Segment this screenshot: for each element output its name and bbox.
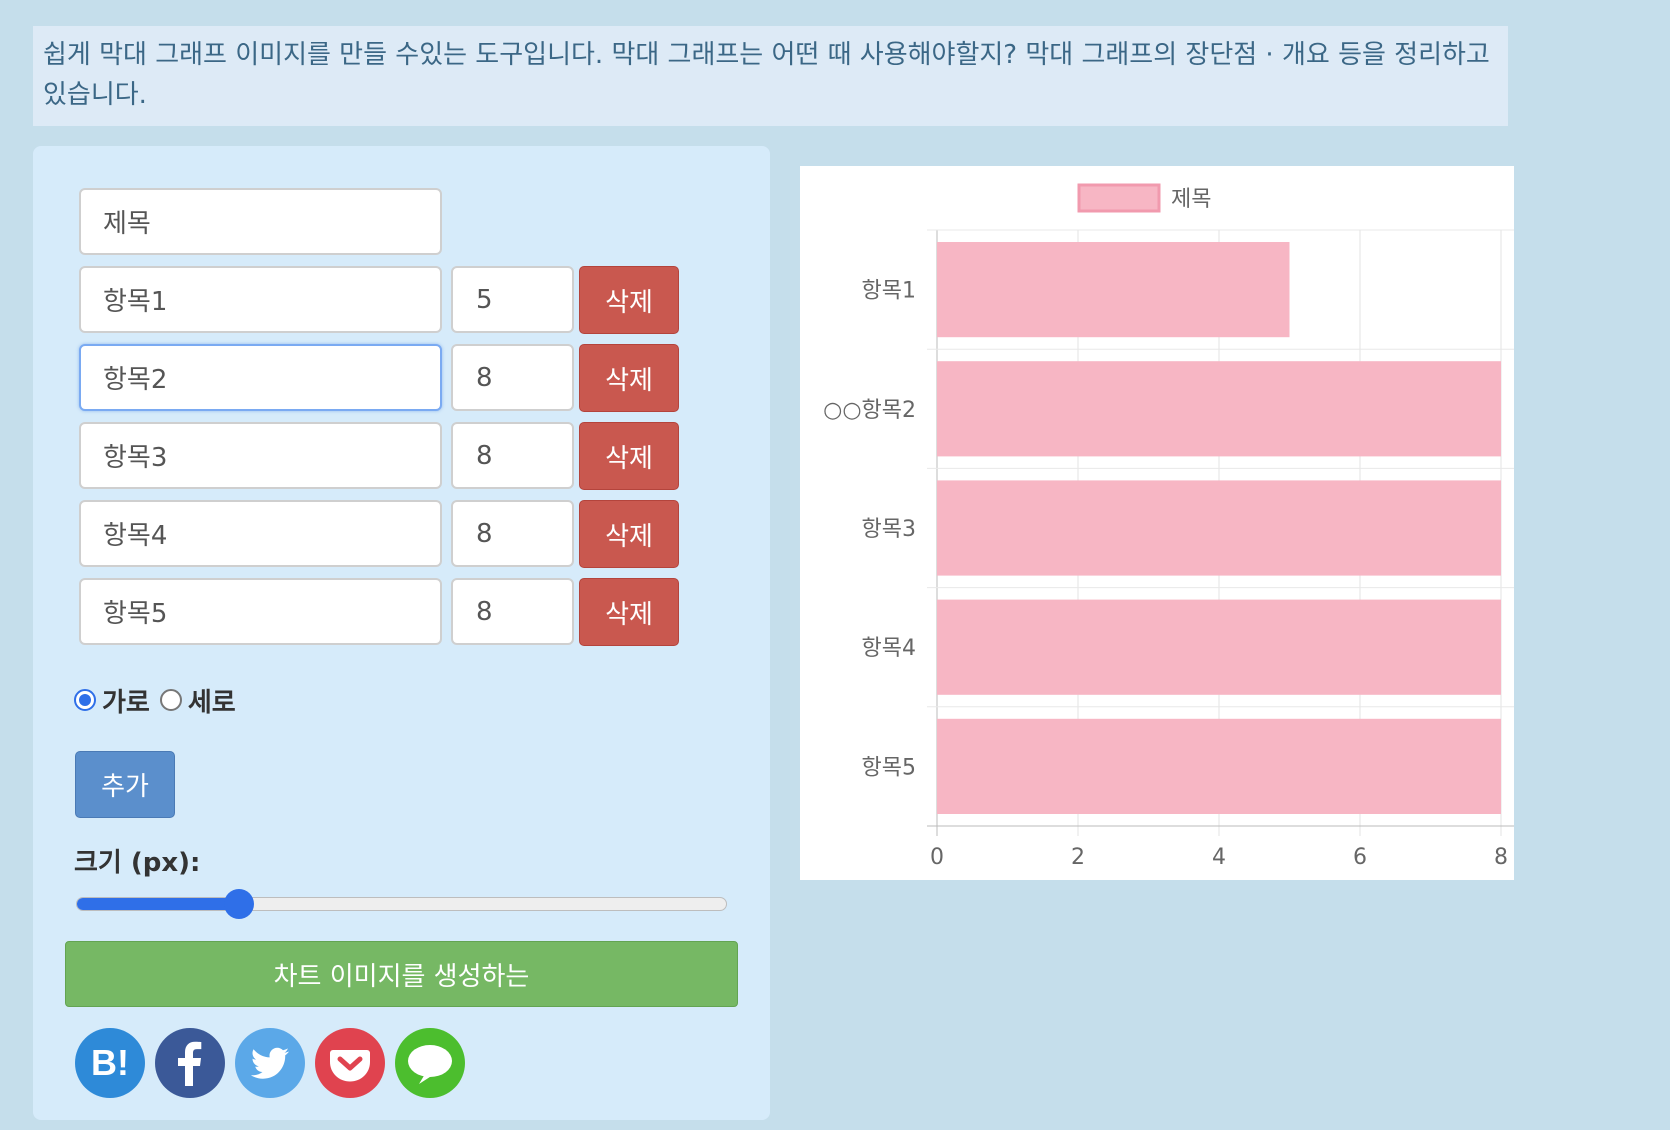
item-value-input[interactable]: [451, 578, 574, 645]
y-tick-label: 항목1: [862, 279, 916, 304]
item-label-input[interactable]: [79, 422, 442, 489]
facebook-icon[interactable]: [155, 1028, 225, 1098]
y-tick-label: 항목3: [862, 517, 916, 542]
size-label: 크기 (px):: [74, 848, 201, 878]
radio-horizontal[interactable]: [74, 689, 96, 711]
item-label-input[interactable]: [79, 500, 442, 567]
bar: [937, 242, 1290, 338]
x-tick-label: 2: [1071, 845, 1085, 870]
delete-item-button[interactable]: 삭제: [579, 500, 679, 568]
bar: [937, 361, 1501, 457]
radio-vertical[interactable]: [159, 689, 182, 711]
bar: [937, 480, 1501, 576]
generate-image-button[interactable]: 차트 이미지를 생성하는: [65, 941, 738, 1007]
y-tick-label: ○○항목2: [823, 398, 916, 423]
intro-description: 쉽게 막대 그래프 이미지를 만들 수있는 도구입니다. 막대 그래프는 어떤 …: [33, 26, 1508, 126]
x-tick-label: 4: [1212, 845, 1226, 870]
legend-label: 제목: [1171, 187, 1211, 212]
radio-horizontal-label[interactable]: 가로: [102, 682, 150, 719]
item-value-input[interactable]: [451, 266, 574, 333]
y-tick-label: 항목5: [862, 755, 916, 780]
delete-item-button[interactable]: 삭제: [579, 266, 679, 334]
legend-swatch: [1077, 183, 1161, 213]
chart-title-input[interactable]: [79, 188, 442, 255]
x-tick-label: 0: [930, 845, 944, 870]
bar: [937, 718, 1501, 814]
twitter-icon[interactable]: [235, 1028, 305, 1098]
add-item-button[interactable]: 추가: [75, 751, 175, 818]
hatena-bookmark-icon[interactable]: B!: [75, 1028, 145, 1098]
bar: [937, 599, 1501, 695]
pocket-icon[interactable]: [315, 1028, 385, 1098]
item-value-input[interactable]: [451, 344, 574, 411]
svg-text:B!: B!: [91, 1042, 129, 1083]
line-message-icon[interactable]: [395, 1028, 465, 1098]
item-value-input[interactable]: [451, 500, 574, 567]
item-value-input[interactable]: [451, 422, 574, 489]
radio-vertical-label[interactable]: 세로: [188, 682, 236, 719]
item-label-input[interactable]: [79, 578, 442, 645]
bar-chart-svg: 제목 0 2 4 6 8 항목1 ○○항목2 항목3 항목4 항목5: [823, 183, 1514, 870]
size-slider-fill: [77, 898, 240, 910]
bar-chart: 제목 0 2 4 6 8 항목1 ○○항목2 항목3 항목4 항목5: [800, 166, 1514, 880]
delete-item-button[interactable]: 삭제: [579, 422, 679, 490]
delete-item-button[interactable]: 삭제: [579, 344, 679, 412]
orientation-radio-group: 가로 세로: [74, 682, 236, 718]
item-label-input[interactable]: [79, 344, 442, 411]
item-label-input[interactable]: [79, 266, 442, 333]
x-tick-label: 8: [1494, 845, 1508, 870]
x-tick-label: 6: [1353, 845, 1367, 870]
y-tick-label: 항목4: [862, 636, 916, 661]
size-slider[interactable]: [76, 889, 727, 919]
delete-item-button[interactable]: 삭제: [579, 578, 679, 646]
